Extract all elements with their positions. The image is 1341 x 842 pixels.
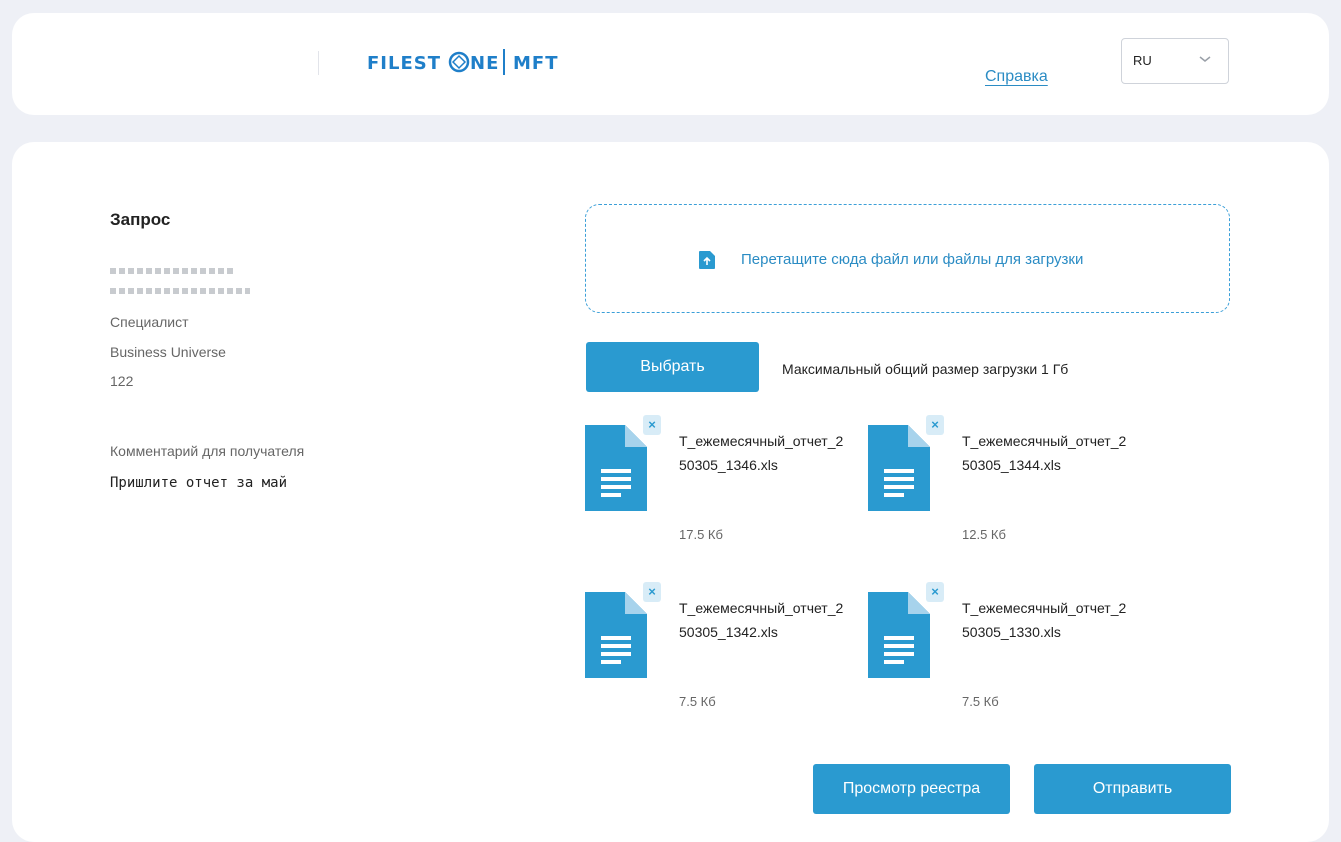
remove-file-button[interactable]: × (926, 582, 944, 602)
close-icon: × (648, 584, 656, 599)
file-size: 7.5 Кб (962, 694, 999, 709)
document-icon (585, 425, 647, 511)
remove-file-button[interactable]: × (643, 415, 661, 435)
language-select[interactable]: RU (1121, 38, 1229, 84)
svg-text:NE: NE (470, 53, 499, 74)
close-icon: × (931, 584, 939, 599)
remove-file-button[interactable]: × (643, 582, 661, 602)
file-name: T_ежемесячный_отчет_250305_1342.xls (679, 600, 844, 640)
header-divider (318, 51, 319, 75)
document-icon (585, 592, 647, 678)
chevron-down-icon (1199, 56, 1211, 62)
request-number: 122 (110, 373, 134, 389)
view-registry-button[interactable]: Просмотр реестра (813, 764, 1010, 814)
language-value: RU (1133, 53, 1152, 68)
svg-text:FILEST: FILEST (367, 53, 441, 74)
svg-text:MFT: MFT (513, 53, 559, 74)
request-title: Запрос (110, 210, 171, 229)
help-link[interactable]: Справка (985, 68, 1048, 86)
file-name: T_ежемесячный_отчет_250305_1330.xls (962, 600, 1127, 640)
top-header: FILEST NE MFT Справка RU (12, 13, 1329, 115)
dropzone-text: Перетащите сюда файл или файлы для загру… (741, 251, 1084, 268)
filestone-mft-logo: FILEST NE MFT (367, 47, 577, 77)
request-company: Business Universe (110, 344, 226, 360)
file-item: × T_ежемесячный_отчет_250305_1342.xls 7.… (585, 582, 845, 712)
main-panel: Запрос Специалист Business Universe 122 … (12, 142, 1329, 842)
close-icon: × (931, 417, 939, 432)
send-button[interactable]: Отправить (1034, 764, 1231, 814)
file-upload-icon (699, 251, 715, 269)
request-role: Специалист (110, 314, 189, 330)
file-item: × T_ежемесячный_отчет_250305_1330.xls 7.… (868, 582, 1128, 712)
close-icon: × (648, 417, 656, 432)
file-name: T_ежемесячный_отчет_250305_1344.xls (962, 433, 1127, 473)
redacted-name (110, 268, 236, 274)
comment-label: Комментарий для получателя (110, 443, 305, 459)
remove-file-button[interactable]: × (926, 415, 944, 435)
file-item: × T_ежемесячный_отчет_250305_1344.xls 12… (868, 415, 1128, 545)
redacted-email (110, 288, 250, 294)
file-name: T_ежемесячный_отчет_250305_1346.xls (679, 433, 844, 473)
file-size: 7.5 Кб (679, 694, 716, 709)
file-size: 17.5 Кб (679, 527, 723, 542)
file-dropzone[interactable]: Перетащите сюда файл или файлы для загру… (585, 204, 1230, 313)
comment-text: Пришлите отчет за май (110, 475, 288, 491)
file-size: 12.5 Кб (962, 527, 1006, 542)
document-icon (868, 592, 930, 678)
choose-button[interactable]: Выбрать (586, 342, 759, 392)
max-size-text: Максимальный общий размер загрузки 1 Гб (782, 361, 1069, 377)
file-item: × T_ежемесячный_отчет_250305_1346.xls 17… (585, 415, 845, 545)
logo-graphic: FILEST NE MFT (367, 49, 559, 75)
document-icon (868, 425, 930, 511)
